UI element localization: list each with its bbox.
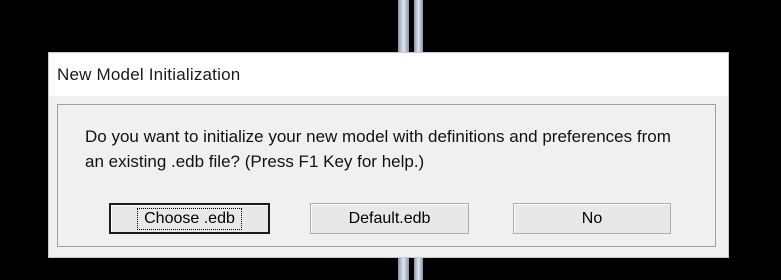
no-button[interactable]: No: [513, 203, 671, 234]
dialog-title: New Model Initialization: [57, 65, 241, 84]
choose-edb-button[interactable]: Choose .edb: [109, 203, 270, 234]
default-edb-button[interactable]: Default.edb: [310, 203, 469, 234]
dialog-message: Do you want to initialize your new model…: [85, 127, 671, 171]
new-model-initialization-dialog: New Model Initialization Do you want to …: [48, 52, 729, 258]
dialog-titlebar[interactable]: New Model Initialization: [49, 53, 728, 96]
choose-edb-label: Choose .edb: [137, 207, 242, 230]
